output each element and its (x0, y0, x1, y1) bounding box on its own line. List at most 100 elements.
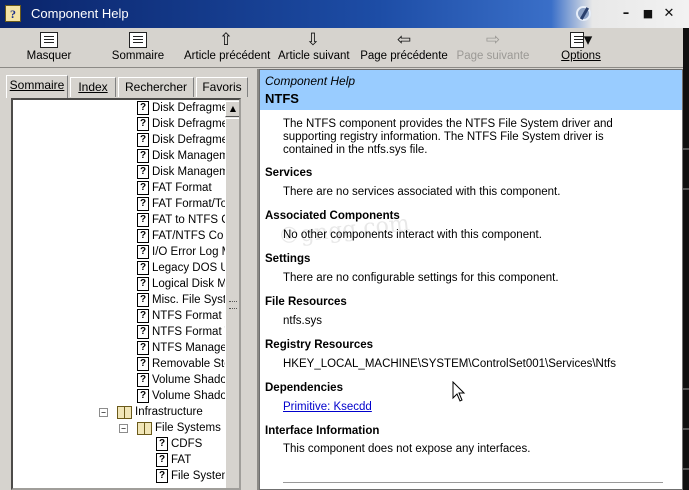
contents-icon (108, 30, 168, 50)
tree-node-label: Disk Defragme (152, 118, 229, 130)
help-topic-icon: ? (137, 229, 149, 243)
tree-node-label: Disk Defragme (152, 102, 229, 114)
tree-topic-node[interactable]: ? NTFS Manage (137, 340, 227, 356)
forward-arrow-icon: ⇨ (485, 30, 501, 50)
tree-topic-node[interactable]: ? Removable Sto (137, 356, 231, 372)
tree-node-label: Misc. File Syste (152, 294, 233, 306)
tree-topic-node[interactable]: ? Misc. File Syste (137, 292, 233, 308)
background-window-edge (683, 28, 689, 490)
tree-topic-node[interactable]: ? Disk Managem (137, 148, 229, 164)
tab-index[interactable]: Index (70, 77, 116, 97)
contents-tree: ? Disk Defragme? Disk Defragme? Disk Defrag… (13, 100, 233, 488)
tree-topic-node[interactable]: ? Legacy DOS U (137, 260, 229, 276)
tree-node-label: FAT/NTFS Co (152, 230, 224, 242)
section-text: ntfs.sys (283, 315, 322, 327)
hide-button[interactable]: Masquer (18, 30, 80, 66)
collapse-toggle-icon[interactable]: − (99, 408, 108, 417)
tree-node-label: Disk Defragme (152, 134, 229, 146)
section-heading: Interface Information (265, 425, 380, 437)
tree-topic-node[interactable]: ? FAT/NTFS Co (137, 228, 223, 244)
tree-topic-node[interactable]: ? Disk Defragme (137, 100, 228, 116)
tree-topic-node[interactable]: ? File System (156, 468, 231, 484)
tree-topic-node[interactable]: ? FAT Format (137, 180, 212, 196)
scroll-up-button[interactable]: ▲ (225, 101, 239, 117)
contents-button[interactable]: Sommaire (108, 30, 168, 66)
help-topic-icon: ? (156, 437, 168, 451)
back-arrow-icon: ⇦ (396, 30, 412, 50)
nav-tabs: Sommaire Index Rechercher Favoris (6, 75, 252, 98)
help-app-icon: ? (5, 5, 21, 22)
tree-node-label: Disk Managem (152, 166, 229, 178)
section-text: This component does not expose any inter… (283, 443, 531, 455)
tab-contents[interactable]: Sommaire (6, 75, 68, 98)
topic-header: Component Help NTFS (260, 70, 682, 110)
tree-topic-node[interactable]: ? CDFS (156, 436, 202, 452)
previous-page-button[interactable]: ⇦ Page précédente (360, 30, 448, 66)
intro-line: supporting registry information. The NTF… (283, 131, 604, 143)
tree-book-node[interactable]: − Infrastructure (99, 404, 203, 420)
tab-favorites[interactable]: Favoris (196, 77, 248, 97)
tree-topic-node[interactable]: ? Disk Defragme (137, 116, 228, 132)
contents-tree-frame: ? Disk Defragme? Disk Defragme? Disk Defrag… (11, 98, 241, 490)
tree-node-label: I/O Error Log M (152, 246, 232, 258)
down-arrow-icon: ⇩ (305, 30, 321, 50)
topic-pane: Component Help NTFS ©gngg.com The NTFS c… (259, 69, 683, 490)
topic-header-subtitle: Component Help (265, 74, 356, 88)
tree-topic-node[interactable]: ? Volume Shado (137, 388, 227, 404)
help-topic-icon: ? (137, 357, 149, 371)
tree-topic-node[interactable]: ? I/O Error Log M (137, 244, 231, 260)
help-topic-icon: ? (137, 213, 149, 227)
tree-node-label: FAT Format/To (152, 198, 227, 210)
collapse-toggle-icon[interactable]: − (119, 424, 128, 433)
tree-node-label: Volume Shado (152, 390, 227, 402)
help-topic-icon: ? (137, 117, 149, 131)
section-text: HKEY_LOCAL_MACHINE\SYSTEM\ControlSet001\… (283, 358, 616, 370)
tree-topic-node[interactable]: ? FAT Format/To (137, 196, 227, 212)
tree-node-label: Disk Managem (152, 150, 229, 162)
options-button[interactable]: ▾ Options (558, 30, 604, 66)
tree-topic-node[interactable]: ? Volume Shado (137, 372, 227, 388)
tree-node-label: NTFS Format (152, 310, 222, 322)
close-button[interactable]: ✕ (661, 6, 677, 22)
topic-title: NTFS (265, 91, 299, 106)
tree-topic-node[interactable]: ? Disk Managem (137, 164, 229, 180)
tree-topic-node[interactable]: ? Logical Disk M (137, 276, 227, 292)
title-bar[interactable]: ? Component Help – ■ ✕ (0, 0, 689, 28)
tree-node-label: NTFS Manage (152, 342, 227, 354)
help-topic-icon: ? (137, 149, 149, 163)
help-topic-icon: ? (156, 469, 168, 483)
previous-article-button[interactable]: ⇧ Article précédent (184, 30, 271, 66)
previous-page-label: Page précédente (360, 50, 448, 62)
next-article-button[interactable]: ⇩ Article suivant (278, 30, 350, 66)
maximize-button[interactable]: ■ (640, 6, 656, 22)
help-topic-icon: ? (137, 373, 149, 387)
help-topic-icon: ? (137, 197, 149, 211)
dependency-link[interactable]: Primitive: Ksecdd (283, 401, 372, 413)
tree-scrollbar[interactable]: ▲ (225, 100, 239, 488)
help-topic-icon: ? (137, 389, 149, 403)
tree-topic-node[interactable]: ? NTFS Format (137, 308, 222, 324)
hide-icon (18, 30, 80, 50)
help-window: ? Component Help – ■ ✕ Masquer Sommaire … (0, 0, 689, 490)
previous-article-label: Article précédent (184, 50, 271, 62)
next-page-button[interactable]: ⇨ Page suivante (456, 30, 530, 66)
tree-topic-node[interactable]: ? NTFS Format T (137, 324, 232, 340)
contents-label: Sommaire (111, 50, 165, 62)
help-topic-icon: ? (156, 453, 168, 467)
intro-line: The NTFS component provides the NTFS Fil… (283, 118, 613, 130)
tree-node-label: File System (171, 470, 232, 482)
section-heading: Associated Components (265, 210, 400, 222)
tree-topic-node[interactable]: ? FAT (156, 452, 191, 468)
open-book-icon (117, 406, 132, 419)
tree-book-node[interactable]: − File Systems (119, 420, 221, 436)
window-title: Component Help (31, 6, 129, 21)
scroll-thumb[interactable] (225, 118, 239, 488)
tree-node-label: FAT to NTFS C (152, 214, 230, 226)
tab-search[interactable]: Rechercher (118, 77, 194, 97)
tree-topic-node[interactable]: ? Disk Defragme (137, 132, 228, 148)
help-topic-icon: ? (137, 293, 149, 307)
minimize-button[interactable]: – (618, 6, 634, 22)
tree-node-label: NTFS Format T (152, 326, 232, 338)
help-topic-icon: ? (137, 261, 149, 275)
tree-topic-node[interactable]: ? FAT to NTFS C (137, 212, 230, 228)
